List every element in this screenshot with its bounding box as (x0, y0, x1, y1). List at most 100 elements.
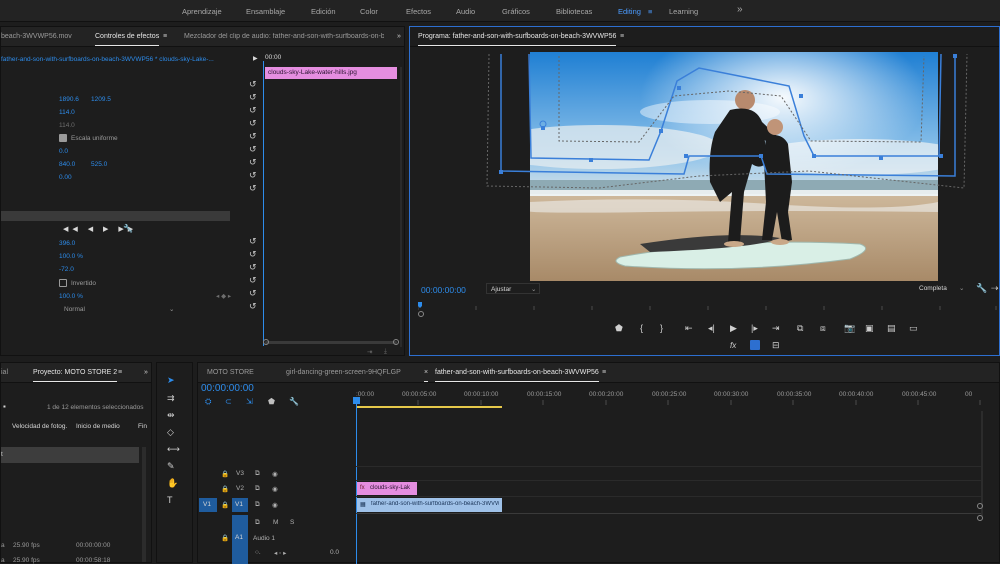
reset-icon[interactable]: ↺ (249, 263, 257, 272)
snap-icon[interactable]: ⊂ (225, 398, 232, 406)
lock-icon[interactable]: 🔒 (221, 485, 229, 493)
step-forward-icon[interactable]: |▸ (751, 324, 758, 333)
track-v2-label[interactable]: V2 (236, 485, 244, 492)
razor-tool-icon[interactable]: ◇ (167, 428, 174, 437)
step-back-icon[interactable]: ◂| (708, 324, 715, 333)
export-frame-icon[interactable]: ⇥ (367, 348, 372, 356)
mark-out-icon[interactable]: } (660, 324, 663, 333)
position-x-value[interactable]: 1890.6 (59, 96, 79, 103)
close-tab-icon[interactable]: × (424, 369, 429, 382)
program-monitor-title[interactable]: Programa: father-and-son-with-surfboards… (418, 33, 617, 46)
eye-icon[interactable]: ◉ (272, 470, 278, 478)
type-tool-icon[interactable]: T (167, 496, 173, 505)
lift-icon[interactable]: ⧉ (797, 324, 803, 333)
workspace-editing-menu-icon[interactable]: ≡ (648, 7, 652, 16)
add-marker-icon[interactable]: ⬟ (268, 398, 275, 406)
eye-icon[interactable]: ◉ (272, 485, 278, 493)
reset-icon[interactable]: ↺ (249, 171, 257, 180)
reset-icon[interactable]: ↺ (249, 302, 257, 311)
mini-timeline-scrollbar[interactable] (265, 341, 397, 344)
workspace-ensamblaje[interactable]: Ensamblaje (246, 7, 285, 16)
scroll-handle-right[interactable] (393, 339, 399, 345)
source-patch-v1[interactable]: V1 (199, 498, 217, 512)
zoom-fit-dropdown[interactable]: Ajustar ⌄ (486, 283, 540, 294)
reset-icon[interactable]: ↺ (249, 184, 257, 193)
multi-camera-icon[interactable]: ▭ (909, 324, 918, 333)
reset-icon[interactable]: ↺ (249, 237, 257, 246)
reset-icon[interactable]: ↺ (249, 158, 257, 167)
tab-project[interactable]: Proyecto: MOTO STORE 2 (33, 369, 118, 382)
volume-icon[interactable]: ○. (255, 549, 261, 556)
tab-sequence-father-and-son[interactable]: father-and-son-with-surfboards-on-beach-… (435, 369, 599, 382)
track-select-tool-icon[interactable]: ⇉ (167, 394, 175, 403)
more-tabs-icon[interactable]: » (144, 369, 148, 376)
anchor-y-value[interactable]: 525.0 (91, 161, 107, 168)
anchor-x-value[interactable]: 840.0 (59, 161, 75, 168)
program-menu-icon[interactable]: ≡ (620, 33, 624, 40)
position-y-value[interactable]: 1209.5 (91, 96, 111, 103)
export-frame-icon[interactable]: ⇢ (991, 284, 999, 293)
mark-in-icon[interactable]: { (640, 324, 643, 333)
uniform-scale-checkbox[interactable] (59, 134, 67, 142)
col-media-end[interactable]: Fin (138, 423, 147, 430)
opacity-value[interactable]: 100.0 % (59, 293, 83, 300)
pen-tool-icon[interactable]: ✎ (167, 462, 175, 471)
timeline-settings-icon[interactable]: 🔧 (289, 398, 299, 406)
blend-mode-dropdown[interactable]: Normal ⌄ (59, 304, 177, 315)
rotation-value[interactable]: 0.0 (59, 148, 68, 155)
keyframe-nav-icon[interactable]: ◂ ◦ ▸ (274, 549, 286, 557)
play-icon[interactable]: ▶ (730, 324, 737, 333)
tab-sequence-girl-dancing[interactable]: girl-dancing-green-screen-9HQFLGP (286, 369, 401, 376)
inverted-checkbox[interactable] (59, 279, 67, 287)
program-timecode[interactable]: 00:00:00:00 (421, 285, 466, 295)
slip-tool-icon[interactable]: ⟷ (167, 445, 180, 454)
workspace-efectos[interactable]: Efectos (406, 7, 431, 16)
tab-sequence-moto-store[interactable]: MOTO STORE (207, 369, 254, 376)
go-to-in-icon[interactable]: ⇤ (685, 324, 693, 333)
workspace-learning[interactable]: Learning (669, 7, 698, 16)
sync-lock-icon[interactable]: ⧉ (255, 470, 260, 478)
video-tracks-scrollbar[interactable] (981, 411, 983, 516)
reset-icon[interactable]: ↺ (249, 93, 257, 102)
volume-value[interactable]: 0.0 (330, 549, 339, 556)
tab-effect-controls[interactable]: Controles de efectos (95, 33, 160, 46)
timeline-timecode[interactable]: 00:00:00:00 (201, 383, 254, 394)
reset-icon[interactable]: ↺ (249, 250, 257, 259)
mute-button[interactable]: M (273, 519, 278, 526)
scroll-handle-left[interactable] (263, 339, 269, 345)
fx-icon[interactable]: fx (730, 341, 736, 350)
eye-icon[interactable]: ◉ (272, 501, 278, 509)
comparison-view-icon[interactable]: ▣ (865, 324, 874, 333)
mini-playhead[interactable] (263, 61, 264, 346)
section-header-bar[interactable] (1, 211, 230, 221)
settings-wrench-icon[interactable]: 🔧 (976, 284, 987, 293)
safe-margins-icon[interactable]: ▤ (887, 324, 896, 333)
mask-opacity-value[interactable]: 100.0 % (59, 253, 83, 260)
project-scrollbar[interactable] (142, 447, 146, 562)
workspace-bibliotecas[interactable]: Bibliotecas (556, 7, 592, 16)
hand-tool-icon[interactable]: ✋ (167, 479, 178, 488)
col-frame-rate[interactable]: Velocidad de fotog. (12, 423, 67, 430)
tab-left-truncated[interactable]: ial (1, 369, 8, 376)
track-a1-target[interactable]: A1 (232, 515, 248, 564)
keyframe-nav-icon[interactable]: ◂ ◆ ▸ (216, 292, 231, 300)
reset-icon[interactable]: ↺ (249, 119, 257, 128)
reset-icon[interactable]: ↺ (249, 289, 257, 298)
ripple-edit-tool-icon[interactable]: ⇹ (167, 411, 175, 420)
lock-icon[interactable]: 🔒 (221, 534, 229, 542)
track-v3-label[interactable]: V3 (236, 470, 244, 477)
scroll-handle[interactable] (977, 515, 983, 521)
proxy-toggle-icon[interactable] (750, 340, 760, 350)
timeline-clip-v2[interactable]: fx clouds-sky-Lak (357, 482, 417, 495)
linked-selection-icon[interactable]: ⇲ (246, 398, 253, 406)
sync-lock-icon[interactable]: ⧉ (255, 501, 260, 509)
reset-icon[interactable]: ↺ (249, 80, 257, 89)
program-scroll-handle[interactable] (418, 311, 424, 317)
timeline-ruler[interactable]: :00:00 00:00:05:00 00:00:10:00 00:00:15:… (356, 389, 981, 409)
vr-view-icon[interactable]: ⊟ (772, 341, 780, 350)
project-menu-icon[interactable]: ≡ (118, 369, 122, 376)
reset-icon[interactable]: ↺ (249, 132, 257, 141)
mask-feather-value[interactable]: 396.0 (59, 240, 75, 247)
sync-lock-icon[interactable]: ⧉ (255, 485, 260, 493)
solo-button[interactable]: S (290, 519, 294, 526)
